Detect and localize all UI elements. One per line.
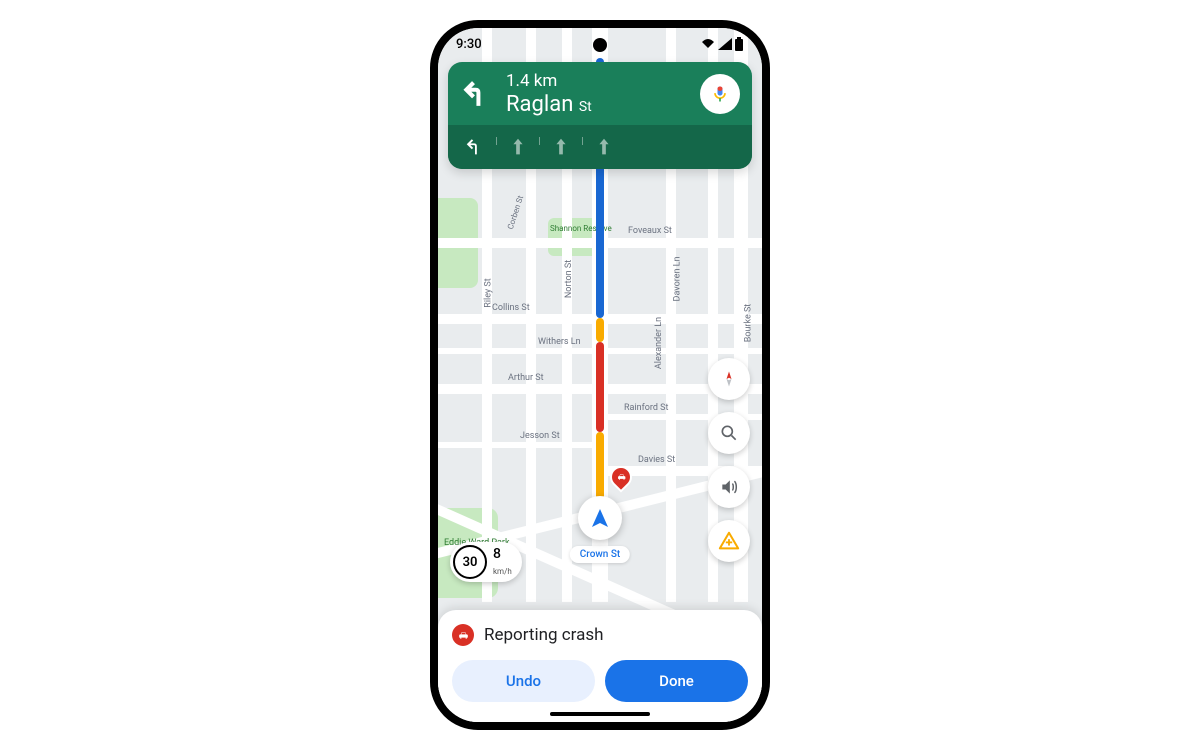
report-crash-sheet: Reporting crash Undo Done	[438, 610, 762, 722]
street-jesson	[438, 442, 602, 448]
current-location-marker[interactable]	[578, 496, 622, 540]
lane-turn-left-icon	[464, 135, 486, 159]
label-davies: Davies St	[638, 455, 675, 465]
route-segment-orange1	[596, 318, 604, 342]
microphone-icon	[710, 84, 730, 104]
report-hazard-button[interactable]	[708, 520, 750, 562]
done-button[interactable]: Done	[605, 660, 748, 702]
report-title: Reporting crash	[484, 625, 603, 645]
label-corben: Corben St	[506, 194, 525, 230]
label-collins: Collins St	[492, 303, 530, 313]
search-button[interactable]	[708, 412, 750, 454]
nav-distance: 1.4 km	[506, 72, 688, 92]
lane-straight-icon	[550, 135, 572, 159]
compass-icon	[719, 369, 739, 389]
current-speed-unit: km/h	[493, 567, 512, 576]
fab-stack	[708, 358, 750, 562]
battery-icon	[734, 37, 744, 51]
label-davoren: Davoren Ln	[673, 257, 683, 302]
volume-icon	[719, 477, 739, 497]
lane-separator	[539, 137, 540, 145]
route-segment-orange2	[596, 432, 604, 502]
phone-frame: 9:30 Foveaux St Collins St Withers Ln Ar…	[430, 20, 770, 730]
lane-separator	[582, 137, 583, 145]
report-buttons: Undo Done	[452, 660, 748, 702]
lane-guidance	[448, 125, 752, 169]
compass-button[interactable]	[708, 358, 750, 400]
current-speed-value: 8	[493, 547, 512, 561]
nav-street: Raglan St	[506, 92, 688, 117]
speed-indicator[interactable]: 30 8 km/h	[450, 542, 522, 582]
status-icons	[700, 37, 744, 51]
cellular-icon	[718, 38, 732, 50]
label-arthur: Arthur St	[508, 373, 544, 383]
nav-text: 1.4 km Raglan St	[506, 72, 688, 117]
navigation-arrow-icon	[588, 506, 612, 530]
lane-separator	[496, 137, 497, 145]
label-foveaux: Foveaux St	[628, 226, 672, 236]
current-street-label: Crown St	[570, 546, 630, 563]
speed-limit: 30	[453, 545, 487, 579]
lane-straight-icon	[593, 135, 615, 159]
label-rainford: Rainford St	[624, 403, 668, 413]
label-jesson: Jesson St	[520, 431, 560, 441]
search-icon	[719, 423, 739, 443]
nav-street-name: Raglan	[506, 92, 573, 117]
label-norton: Norton St	[564, 260, 574, 298]
audio-toggle-button[interactable]	[708, 466, 750, 508]
navigation-card[interactable]: 1.4 km Raglan St	[448, 62, 752, 169]
camera-notch	[593, 38, 607, 52]
crash-icon	[452, 624, 474, 646]
report-hazard-icon	[718, 530, 740, 552]
home-indicator[interactable]	[550, 712, 650, 716]
label-bourke: Bourke St	[744, 304, 754, 343]
clock: 9:30	[456, 37, 482, 52]
undo-button[interactable]: Undo	[452, 660, 595, 702]
nav-card-top: 1.4 km Raglan St	[448, 62, 752, 125]
current-speed: 8 km/h	[493, 547, 512, 577]
report-title-row: Reporting crash	[452, 624, 748, 646]
turn-left-icon	[460, 77, 494, 111]
label-withers: Withers Ln	[538, 337, 581, 347]
lane-straight-icon	[507, 135, 529, 159]
voice-search-button[interactable]	[700, 74, 740, 114]
route-segment-red	[596, 342, 604, 432]
label-alexander: Alexander Ln	[654, 317, 664, 369]
label-riley: Riley St	[484, 278, 494, 307]
nav-street-suffix: St	[579, 99, 592, 115]
wifi-icon	[700, 38, 716, 50]
crash-pin-icon	[616, 472, 627, 483]
car-crash-icon	[457, 629, 470, 642]
